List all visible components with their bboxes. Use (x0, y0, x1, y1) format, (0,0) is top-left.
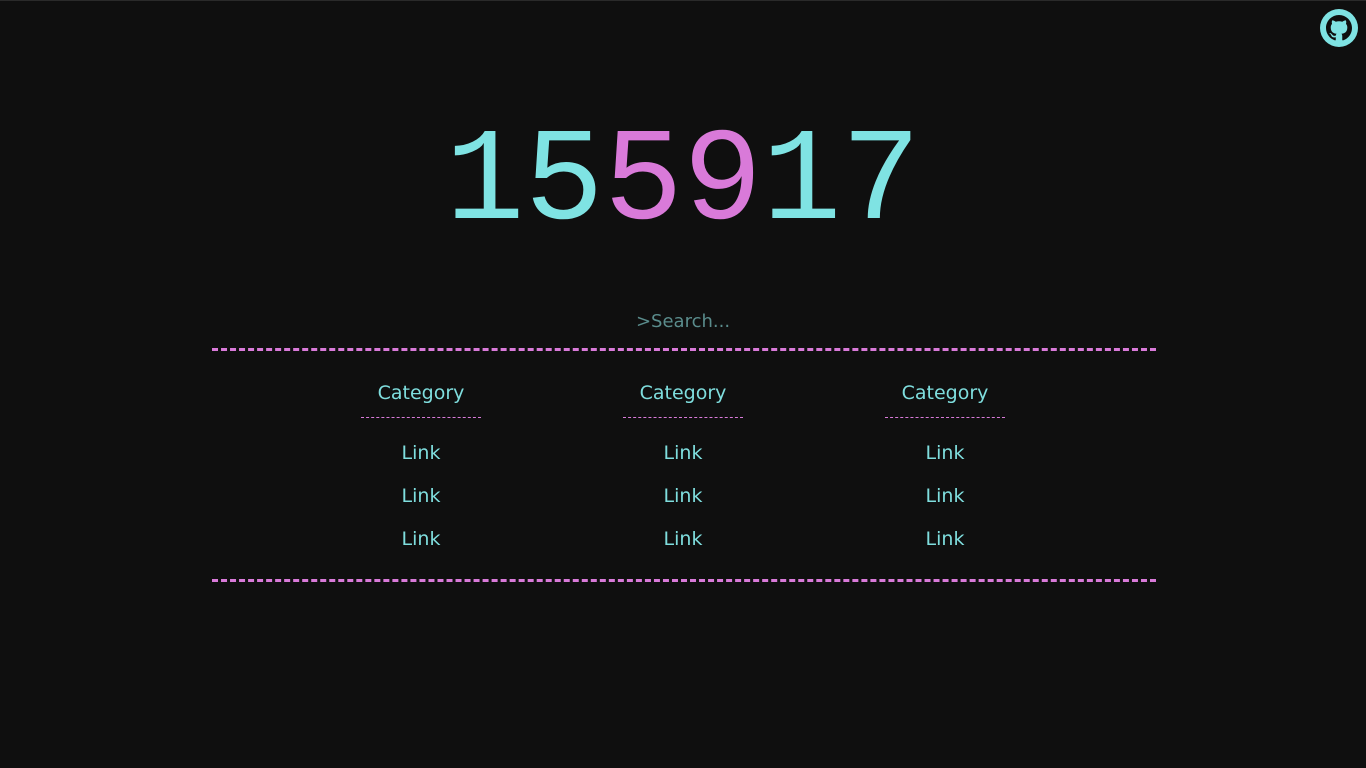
search-input[interactable] (483, 305, 883, 337)
category-column: Category Link Link Link (814, 379, 1076, 561)
category-title: Category (377, 382, 465, 404)
category-title: Category (639, 382, 727, 404)
github-link[interactable] (1320, 9, 1358, 47)
category-column: Category Link Link Link (552, 379, 814, 561)
github-icon (1326, 15, 1352, 41)
category-divider (885, 417, 1005, 418)
category-link[interactable]: Link (926, 432, 965, 475)
page: 155917 Category Link Link Link Category … (0, 0, 1366, 768)
category-link[interactable]: Link (402, 475, 441, 518)
category-link[interactable]: Link (402, 518, 441, 561)
category-link[interactable]: Link (402, 432, 441, 475)
clock-digit: 5 (524, 108, 604, 258)
divider-top (212, 348, 1156, 351)
category-link[interactable]: Link (926, 475, 965, 518)
category-column: Category Link Link Link (290, 379, 552, 561)
category-link[interactable]: Link (926, 518, 965, 561)
clock-digit: 7 (841, 108, 921, 258)
clock-digit: 9 (683, 108, 763, 258)
clock-digit: 5 (603, 108, 683, 258)
category-divider (361, 417, 481, 418)
category-link[interactable]: Link (664, 518, 703, 561)
clock-digit: 1 (762, 108, 842, 258)
category-divider (623, 417, 743, 418)
category-link[interactable]: Link (664, 432, 703, 475)
category-columns: Category Link Link Link Category Link Li… (290, 379, 1076, 561)
category-title: Category (901, 382, 989, 404)
clock-digit: 1 (445, 108, 525, 258)
category-link[interactable]: Link (664, 475, 703, 518)
clock-display: 155917 (0, 117, 1366, 249)
divider-bottom (212, 579, 1156, 582)
